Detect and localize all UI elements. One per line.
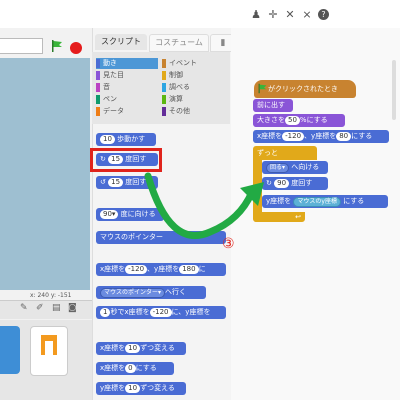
highlight-box	[90, 148, 162, 172]
paint-sprite-icon[interactable]: ✐	[36, 303, 44, 313]
category-sound[interactable]: 音	[96, 82, 158, 93]
camera-icon[interactable]: ◙	[68, 303, 77, 313]
step-number-label: ③	[222, 236, 235, 252]
block-change-x[interactable]: x座標を 10 ずつ変える	[96, 342, 186, 355]
category-data[interactable]: データ	[96, 106, 158, 117]
mouse-coords: x: 240 y: -151	[30, 292, 72, 299]
script-when-flag-clicked[interactable]: がクリックされたとき	[254, 80, 356, 98]
category-more[interactable]: その他	[162, 106, 224, 117]
block-change-y[interactable]: y座標を 10 ずつ変える	[96, 382, 186, 395]
tab-costumes[interactable]: コスチューム	[149, 34, 209, 52]
block-glide[interactable]: 1 秒でx座標を -120 に、y座標を	[96, 306, 226, 319]
choose-sprite-icon[interactable]: ✎	[20, 303, 28, 313]
script-scrollbar[interactable]	[392, 60, 396, 120]
loop-arrow-icon: ↩	[295, 213, 301, 221]
script-goto-xy[interactable]: x座標を -120 、y座標を 80 にする	[253, 130, 389, 143]
category-events[interactable]: イベント	[162, 58, 224, 69]
script-forever[interactable]: ずっと	[253, 146, 317, 160]
script-turn[interactable]: ↻ 90 度回す	[262, 177, 328, 190]
script-set-size[interactable]: 大きさを 50 %にする	[253, 114, 345, 127]
sounds-icon: ▮	[220, 38, 226, 48]
category-control[interactable]: 制御	[162, 70, 224, 81]
stage-canvas[interactable]	[0, 58, 90, 290]
script-go-to-front[interactable]: 前に出す	[253, 99, 293, 112]
sprite-thumbnail[interactable]	[30, 326, 68, 376]
stamp-icon[interactable]: ♟	[250, 9, 262, 21]
help-icon[interactable]: ?	[318, 9, 329, 20]
tab-scripts[interactable]: スクリプト	[95, 34, 147, 50]
block-goto-xy[interactable]: x座標を -120 、y座標を 180 に	[96, 263, 226, 276]
category-looks[interactable]: 見た目	[96, 70, 158, 81]
rotate-left-icon: ↺	[100, 178, 106, 186]
upload-sprite-icon[interactable]: ▤	[52, 303, 61, 313]
stop-button[interactable]	[70, 42, 82, 54]
block-move[interactable]: 10 歩動かす	[96, 133, 156, 146]
category-sensing[interactable]: 調べる	[162, 82, 224, 93]
flag-icon	[257, 83, 268, 96]
script-point-towards[interactable]: 回る▾ へ向ける	[262, 161, 328, 174]
script-set-y[interactable]: y座標を マウスのy座標 にする	[262, 195, 388, 208]
category-operators[interactable]: 演算	[162, 94, 224, 105]
grow-icon[interactable]: ✕	[284, 9, 296, 21]
block-goto[interactable]: マウスのポインター▾ へ行く	[96, 286, 206, 299]
category-motion[interactable]: 動き	[96, 58, 158, 69]
block-set-x[interactable]: x座標を 0 にする	[96, 362, 174, 375]
drag-arrow-annotation	[144, 172, 264, 239]
menubar	[0, 0, 400, 28]
shrink-icon[interactable]: ⨯	[301, 9, 313, 21]
category-pen[interactable]: ペン	[96, 94, 158, 105]
sprite-toolbar	[0, 300, 92, 319]
expand-icon[interactable]: ✛	[267, 9, 279, 21]
project-title-input[interactable]	[0, 38, 43, 54]
sprite-thumbnail-selected[interactable]	[0, 326, 20, 374]
green-flag-icon[interactable]	[50, 39, 64, 55]
